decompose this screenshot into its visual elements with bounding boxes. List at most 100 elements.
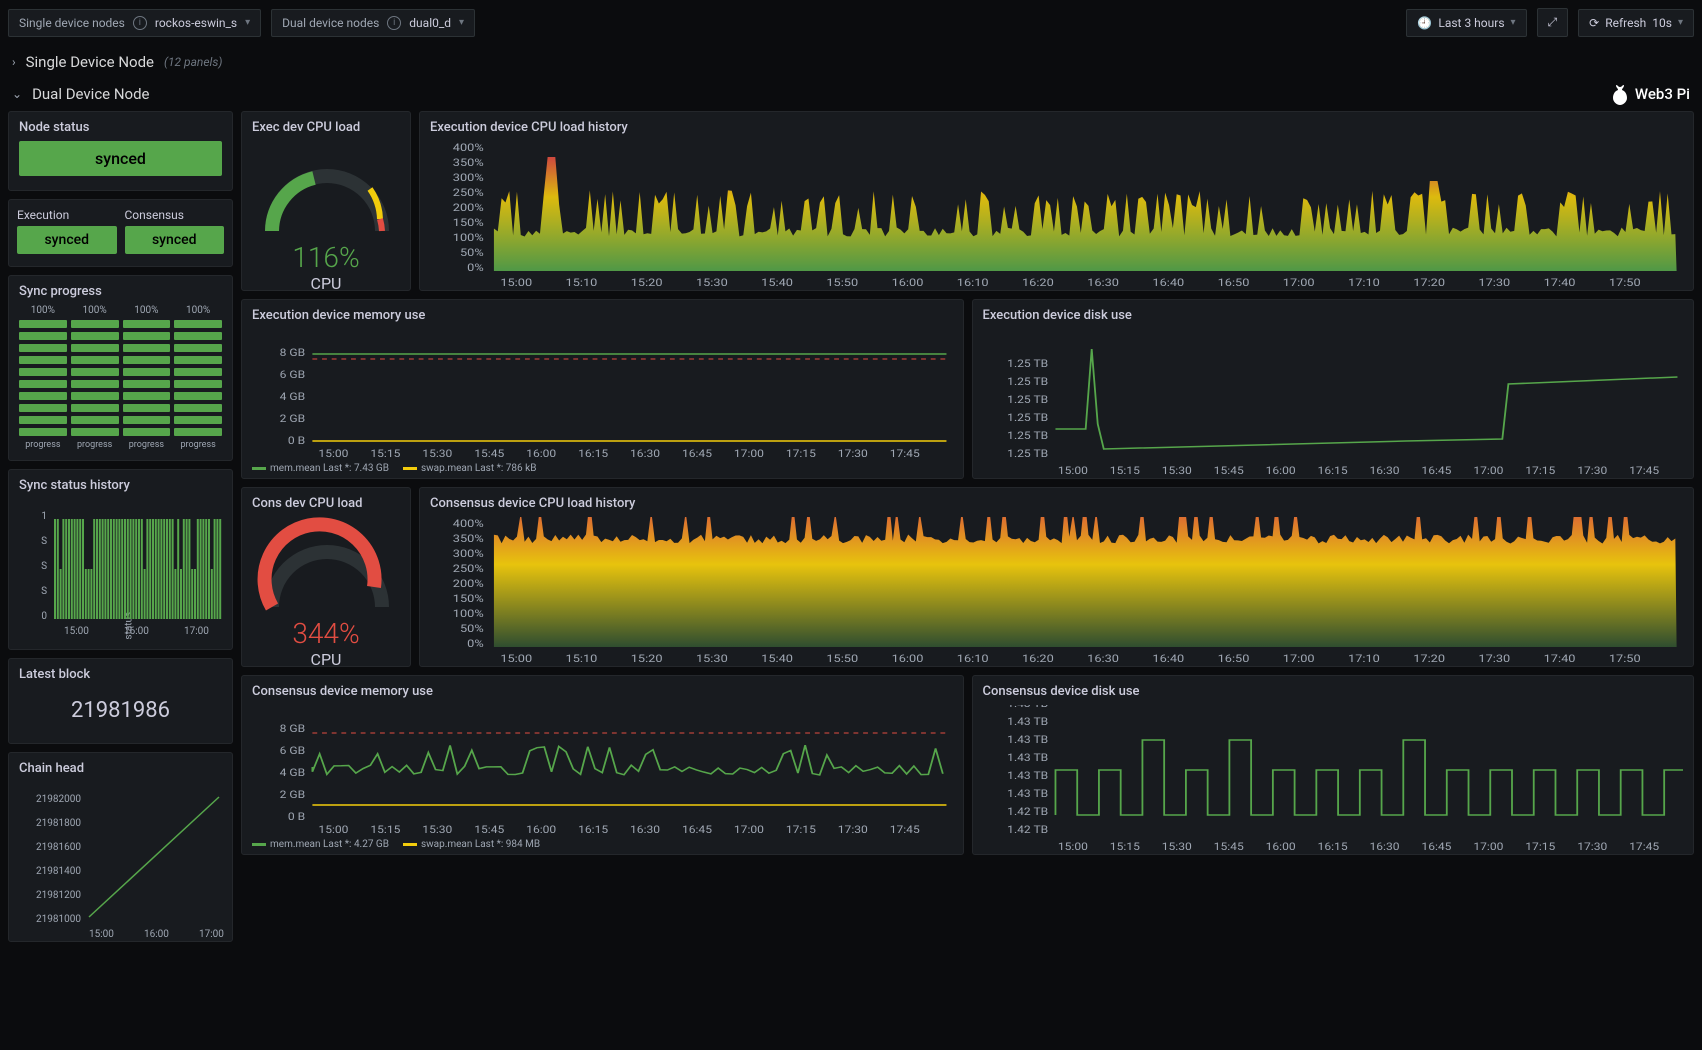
svg-text:1.25 TB: 1.25 TB	[1007, 394, 1048, 406]
svg-text:1.25 TB: 1.25 TB	[1007, 412, 1048, 424]
svg-text:4 GB: 4 GB	[280, 391, 306, 403]
panel-exec-cpu-history[interactable]: Execution device CPU load history Load p…	[419, 111, 1694, 291]
svg-text:8 GB: 8 GB	[280, 723, 306, 735]
svg-text:17:50: 17:50	[1609, 276, 1641, 288]
panel-exec-cons-status[interactable]: Execution synced Consensus synced	[8, 199, 233, 267]
row-dual-device[interactable]: ⌄ Dual Device Node Web3 Pi	[8, 77, 1694, 111]
svg-text:1.42 TB: 1.42 TB	[1007, 806, 1048, 818]
svg-text:1.25 TB: 1.25 TB	[1007, 448, 1048, 460]
svg-text:1: 1	[41, 511, 47, 522]
svg-text:15:15: 15:15	[1109, 841, 1139, 853]
refresh-button[interactable]: ⟳ Refresh 10s ▾	[1578, 9, 1694, 37]
gauge-value: 344%	[252, 617, 400, 650]
svg-text:17:40: 17:40	[1544, 276, 1576, 288]
progress-cell	[71, 356, 119, 364]
svg-text:15:00: 15:00	[500, 652, 532, 664]
progress-header: 100%	[174, 305, 222, 316]
svg-text:2 GB: 2 GB	[280, 789, 306, 801]
progress-cell	[71, 416, 119, 424]
panel-sync-history[interactable]: Sync status history Sync status 0SSS1 15…	[8, 469, 233, 650]
svg-text:16:00: 16:00	[526, 824, 556, 835]
svg-text:250%: 250%	[453, 186, 484, 198]
svg-text:16:45: 16:45	[682, 448, 712, 459]
progress-cell	[19, 368, 67, 376]
gauge-icon	[252, 141, 402, 241]
latest-block-value: 21981986	[19, 688, 222, 733]
svg-text:0%: 0%	[467, 261, 484, 273]
svg-text:15:45: 15:45	[474, 448, 504, 459]
svg-text:1.43 TB: 1.43 TB	[1007, 705, 1048, 710]
panel-exec-disk[interactable]: Execution device disk use Disk used GB 1…	[972, 299, 1695, 479]
svg-text:15:30: 15:30	[1161, 465, 1191, 477]
svg-text:17:00: 17:00	[1283, 276, 1315, 288]
svg-text:4 GB: 4 GB	[280, 767, 306, 779]
exec-cpu-chart: Load percent 0%50%100%150%200%250%300%35…	[430, 141, 1683, 291]
panel-cons-memory[interactable]: Consensus device memory use Memory used …	[241, 675, 964, 855]
clock-icon: 🕘	[1417, 16, 1432, 30]
svg-text:16:30: 16:30	[1369, 465, 1399, 477]
legend: mem.mean Last *: 7.43 GB swap.mean Last …	[252, 463, 953, 474]
svg-text:21982000: 21982000	[36, 794, 81, 805]
progress-cell	[71, 428, 119, 436]
panel-cons-cpu-gauge[interactable]: Cons dev CPU load 344% CPU	[241, 487, 411, 667]
progress-cell	[19, 344, 67, 352]
refresh-icon: ⟳	[1589, 16, 1599, 30]
panel-sync-progress[interactable]: Sync progress 100%100%100%100% progressp…	[8, 275, 233, 461]
exec-disk-chart: Disk used GB 1.25 TB1.25 TB1.25 TB1.25 T…	[983, 329, 1684, 479]
panel-title: Exec dev CPU load	[252, 120, 400, 135]
panel-latest-block[interactable]: Latest block 21981986	[8, 658, 233, 744]
status-value: synced	[19, 141, 222, 176]
variable-dual-device[interactable]: Dual device nodes i dual0_d ▾	[271, 9, 475, 37]
svg-text:16:30: 16:30	[1087, 652, 1119, 664]
svg-text:15:10: 15:10	[566, 652, 598, 664]
svg-text:16:20: 16:20	[1022, 276, 1054, 288]
sync-history-chart: Sync status 0SSS1 15:0016:0017:00	[19, 499, 224, 639]
svg-text:200%: 200%	[453, 201, 484, 213]
row-single-device[interactable]: › Single Device Node (12 panels)	[8, 47, 1694, 77]
exec-mem-chart: Memory used GB 0 B2 GB4 GB6 GB8 GB 15:00…	[252, 329, 953, 459]
svg-text:S: S	[41, 536, 47, 547]
panel-node-status[interactable]: Node status synced	[8, 111, 233, 191]
panel-cons-disk[interactable]: Consensus device disk use Disk used GB 1…	[972, 675, 1695, 855]
svg-text:15:00: 15:00	[89, 929, 114, 940]
panel-title: Execution device CPU load history	[430, 120, 1683, 135]
svg-text:15:45: 15:45	[1213, 841, 1243, 853]
svg-text:16:00: 16:00	[1265, 841, 1295, 853]
svg-text:16:10: 16:10	[957, 276, 989, 288]
svg-text:15:30: 15:30	[422, 824, 452, 835]
panel-exec-memory[interactable]: Execution device memory use Memory used …	[241, 299, 964, 479]
svg-text:1.43 TB: 1.43 TB	[1007, 770, 1048, 782]
variable-single-device[interactable]: Single device nodes i rockos-eswin_s ▾	[8, 9, 261, 37]
svg-text:16:50: 16:50	[1218, 652, 1250, 664]
svg-text:17:30: 17:30	[1478, 276, 1510, 288]
progress-cell	[174, 392, 222, 400]
svg-text:350%: 350%	[453, 532, 484, 544]
zoom-out-button[interactable]: ⤢	[1537, 8, 1569, 37]
progress-cell	[123, 368, 171, 376]
svg-text:17:00: 17:00	[199, 929, 224, 940]
panel-cons-cpu-history[interactable]: Consensus device CPU load history Load p…	[419, 487, 1694, 667]
svg-text:1.43 TB: 1.43 TB	[1007, 788, 1048, 800]
time-range-picker[interactable]: 🕘 Last 3 hours ▾	[1406, 9, 1526, 37]
svg-text:15:30: 15:30	[422, 448, 452, 459]
panel-exec-cpu-gauge[interactable]: Exec dev CPU load 116% CPU	[241, 111, 411, 291]
svg-text:17:00: 17:00	[734, 448, 764, 459]
svg-text:300%: 300%	[453, 547, 484, 559]
legend: mem.mean Last *: 4.27 GB swap.mean Last …	[252, 839, 953, 850]
svg-text:6 GB: 6 GB	[280, 369, 306, 381]
svg-text:17:30: 17:30	[1478, 652, 1510, 664]
svg-text:15:50: 15:50	[826, 652, 858, 664]
svg-text:2 GB: 2 GB	[280, 413, 306, 425]
progress-cell	[123, 320, 171, 328]
svg-text:15:15: 15:15	[1109, 465, 1139, 477]
svg-text:1.25 TB: 1.25 TB	[1007, 376, 1048, 388]
progress-cell	[174, 380, 222, 388]
chevron-down-icon: ▾	[1678, 17, 1683, 28]
panel-title: Execution device disk use	[983, 308, 1684, 323]
panel-chain-head[interactable]: Chain head 21981000219812002198140021981…	[8, 752, 233, 942]
svg-text:17:15: 17:15	[786, 448, 816, 459]
progress-header: 100%	[123, 305, 171, 316]
chain-head-chart: 2198100021981200219814002198160021981800…	[19, 782, 224, 942]
progress-footer: progress	[123, 440, 171, 450]
svg-text:16:00: 16:00	[892, 276, 924, 288]
